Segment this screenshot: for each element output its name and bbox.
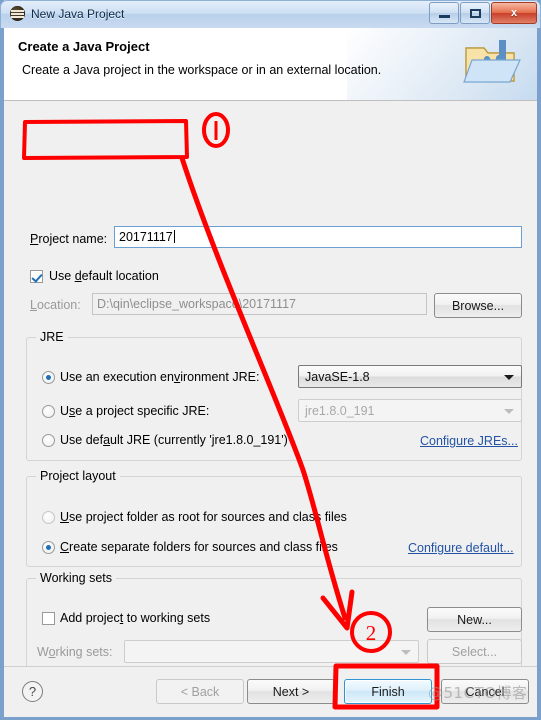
working-sets-group-title: Working sets [36,571,117,585]
java-project-folder-icon [463,40,521,83]
chevron-down-icon [504,374,514,380]
minimize-button[interactable] [429,2,459,24]
dialog-body: Create a Java Project Create a Java proj… [4,28,537,717]
layout-separate-folders-label: Create separate folders for sources and … [60,540,338,554]
use-default-location-checkbox[interactable] [30,270,43,283]
jre-default-radio[interactable] [42,434,55,447]
window-title: New Java Project [31,6,125,21]
close-button[interactable]: x [491,2,537,24]
project-name-label: Project name: [30,232,108,246]
layout-project-folder-radio[interactable] [42,511,55,524]
use-default-location-label: Use default location [49,269,159,283]
execution-environment-combo[interactable]: JavaSE-1.8 [298,365,522,388]
maximize-button[interactable] [460,2,490,24]
add-to-working-sets-checkbox[interactable] [42,612,55,625]
dialog-header: Create a Java Project Create a Java proj… [4,28,537,101]
layout-project-folder-label: Use project folder as root for sources a… [60,510,347,524]
chevron-down-icon [401,649,411,655]
project-layout-group-title: Project layout [36,469,120,483]
configure-default-link[interactable]: Configure default... [408,541,514,555]
project-name-input[interactable]: 20171117 [114,226,522,248]
location-input: D:\qin\eclipse_workspace\20171117 [92,293,427,315]
window-controls: x [429,2,537,24]
configure-jres-link[interactable]: Configure JREs... [420,434,518,448]
next-button[interactable]: Next > [247,679,335,704]
working-sets-combo [124,640,419,663]
location-label: Location: [30,298,81,312]
minimize-icon [438,15,450,18]
page-title: Create a Java Project [18,39,150,54]
page-subtitle: Create a Java project in the workspace o… [22,63,382,77]
add-to-working-sets-label: Add project to working sets [60,611,211,625]
layout-separate-folders-radio[interactable] [42,541,55,554]
dialog-content: Project name: 20171117 Use default locat… [4,101,537,674]
working-sets-label: Working sets: [37,645,113,659]
maximize-icon [469,8,481,18]
finish-button[interactable]: Finish [344,679,432,704]
back-button: < Back [156,679,244,704]
project-specific-jre-combo: jre1.8.0_191 [298,399,522,422]
title-bar-left: New Java Project [10,6,124,21]
jre-group-title: JRE [36,330,68,344]
jre-default-label: Use default JRE (currently 'jre1.8.0_191… [60,433,288,447]
jre-execution-environment-label: Use an execution environment JRE: [60,370,260,384]
jre-project-specific-label: Use a project specific JRE: [60,404,210,418]
watermark: @51CTO博客 [428,684,528,702]
jre-project-specific-radio[interactable] [42,405,55,418]
help-icon[interactable]: ? [22,681,43,702]
title-bar[interactable]: New Java Project x [0,0,541,28]
new-working-set-button[interactable]: New... [427,607,522,632]
select-working-sets-button: Select... [427,639,522,664]
jre-execution-environment-radio[interactable] [42,371,55,384]
browse-button[interactable]: Browse... [434,293,522,318]
eclipse-icon [10,6,25,21]
chevron-down-icon [504,408,514,414]
eclipse-new-java-project-dialog: New Java Project x Create a Java Project… [0,0,541,720]
